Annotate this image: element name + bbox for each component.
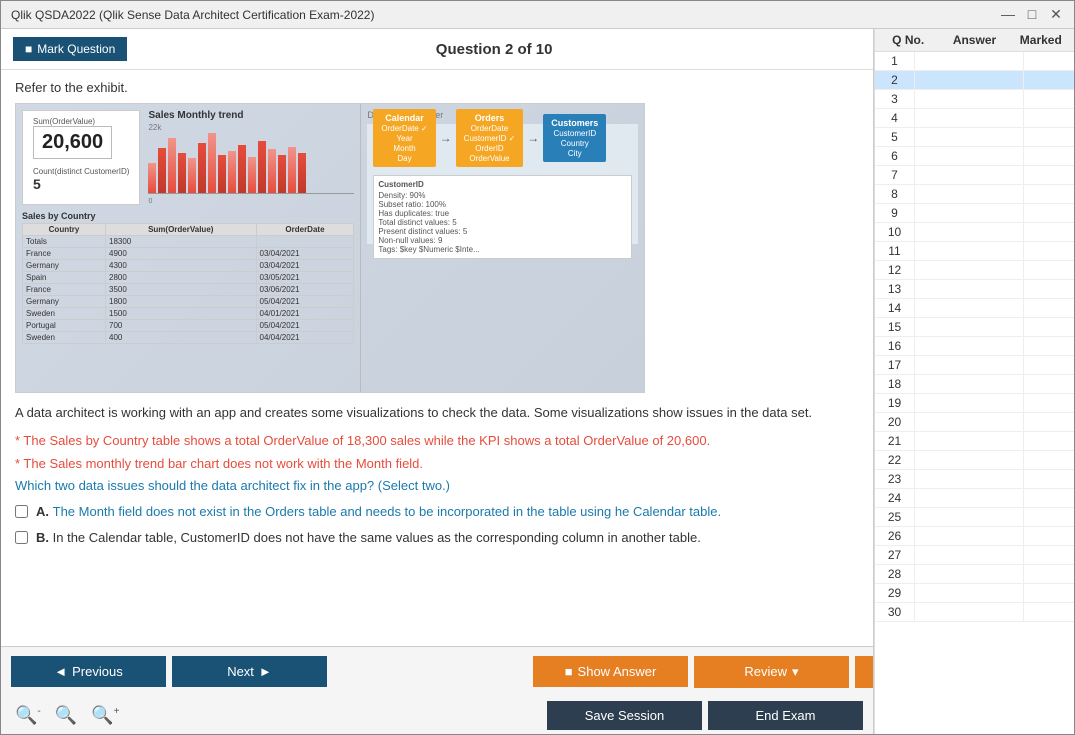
question-list-item-3[interactable]: 3	[875, 90, 1074, 109]
question-list-item-14[interactable]: 14	[875, 299, 1074, 318]
question-list-item-5[interactable]: 5	[875, 128, 1074, 147]
previous-button[interactable]: ◄ Previous	[11, 656, 166, 687]
chart-bars	[148, 134, 354, 194]
right-panel-header: Q No. Answer Marked	[875, 29, 1074, 52]
dm-arrow-1: →	[440, 131, 452, 145]
col-qno-header: Q No.	[875, 33, 941, 47]
question-list-item-13[interactable]: 13	[875, 280, 1074, 299]
dm-table-customers: CustomersCustomerIDCountryCity	[543, 114, 606, 162]
answer-option-b: B. In the Calendar table, CustomerID doe…	[15, 529, 859, 547]
option-b-text: B. In the Calendar table, CustomerID doe…	[36, 529, 701, 547]
show-list-button[interactable]: ✔ Show List	[855, 656, 874, 688]
dm-table-orders: OrdersOrderDateCustomerID ✓OrderIDOrderV…	[456, 109, 524, 167]
question-list-item-22[interactable]: 22	[875, 451, 1074, 470]
question-list-item-19[interactable]: 19	[875, 394, 1074, 413]
question-note2: * The Sales monthly trend bar chart does…	[15, 454, 859, 474]
refer-exhibit: Refer to the exhibit.	[15, 80, 859, 95]
question-list-item-26[interactable]: 26	[875, 527, 1074, 546]
question-list-item-15[interactable]: 15	[875, 318, 1074, 337]
bottom-bar: ◄ Previous Next ► ■ Show Answer Review ▾	[1, 646, 873, 696]
question-list-item-29[interactable]: 29	[875, 584, 1074, 603]
question-list-item-11[interactable]: 11	[875, 242, 1074, 261]
exhibit-right: Data Model Viewer CalendarOrderDate ✓Yea…	[361, 104, 644, 392]
title-bar-controls: — □ ✕	[1000, 6, 1064, 23]
checkbox-a[interactable]	[15, 505, 28, 518]
window-title: Qlik QSDA2022 (Qlik Sense Data Architect…	[11, 8, 374, 22]
question-list-item-8[interactable]: 8	[875, 185, 1074, 204]
dm-table-calendar: CalendarOrderDate ✓YearMonthDay	[373, 109, 435, 167]
chart-title: Sales Monthly trend	[148, 110, 354, 121]
prev-arrow-icon: ◄	[54, 664, 67, 679]
question-list-item-27[interactable]: 27	[875, 546, 1074, 565]
question-list-item-6[interactable]: 6	[875, 147, 1074, 166]
kpi-label: Sum(OrderValue)	[33, 117, 129, 126]
answer-option-a: A. The Month field does not exist in the…	[15, 503, 859, 521]
next-button[interactable]: Next ►	[172, 656, 327, 687]
zoom-out-button[interactable]: 🔍-	[11, 703, 45, 728]
question-list-item-20[interactable]: 20	[875, 413, 1074, 432]
exhibit-image: Sum(OrderValue) 20,600 Count(distinct Cu…	[15, 103, 645, 393]
kpi-value: 20,600	[33, 126, 112, 159]
next-arrow-icon: ►	[259, 664, 272, 679]
question-list: 1 2 3 4 5 6 7 8 9 10 11	[875, 52, 1074, 734]
end-exam-button[interactable]: End Exam	[708, 701, 863, 730]
exhibit-inner: Sum(OrderValue) 20,600 Count(distinct Cu…	[16, 104, 644, 392]
question-list-item-2[interactable]: 2	[875, 71, 1074, 90]
mark-question-button[interactable]: ■ Mark Question	[13, 37, 127, 61]
window-frame: Qlik QSDA2022 (Qlik Sense Data Architect…	[0, 0, 1075, 735]
option-a-text: A. The Month field does not exist in the…	[36, 503, 721, 521]
question-list-item-21[interactable]: 21	[875, 432, 1074, 451]
second-bottom-bar: 🔍- 🔍 🔍+ Save Session End Exam	[1, 696, 873, 734]
question-list-item-16[interactable]: 16	[875, 337, 1074, 356]
question-list-item-7[interactable]: 7	[875, 166, 1074, 185]
show-answer-button[interactable]: ■ Show Answer	[533, 656, 688, 687]
close-icon[interactable]: ✕	[1048, 6, 1064, 23]
question-list-item-12[interactable]: 12	[875, 261, 1074, 280]
mark-icon: ■	[25, 42, 32, 56]
sales-table: CountrySum(OrderValue)OrderDate Totals18…	[22, 223, 354, 344]
review-button[interactable]: Review ▾	[694, 656, 849, 688]
show-answer-checkbox-icon: ■	[565, 664, 573, 679]
question-list-item-24[interactable]: 24	[875, 489, 1074, 508]
dm-arrow-2: →	[527, 131, 539, 145]
question-list-item-10[interactable]: 10	[875, 223, 1074, 242]
exhibit-left: Sum(OrderValue) 20,600 Count(distinct Cu…	[16, 104, 361, 392]
question-list-item-18[interactable]: 18	[875, 375, 1074, 394]
minimize-icon[interactable]: —	[1000, 6, 1016, 23]
question-body-text: A data architect is working with an app …	[15, 403, 859, 423]
question-list-item-1[interactable]: 1	[875, 52, 1074, 71]
left-panel: ■ Mark Question Question 2 of 10 Refer t…	[1, 29, 874, 734]
question-list-item-30[interactable]: 30	[875, 603, 1074, 622]
question-header: ■ Mark Question Question 2 of 10	[1, 29, 873, 70]
zoom-in-button[interactable]: 🔍+	[87, 703, 123, 728]
maximize-icon[interactable]: □	[1024, 6, 1040, 23]
data-model-area: CalendarOrderDate ✓YearMonthDay → Orders…	[367, 124, 638, 244]
main-content: ■ Mark Question Question 2 of 10 Refer t…	[1, 29, 1074, 734]
right-panel: Q No. Answer Marked 1 2 3 4 5 6 7 8	[874, 29, 1074, 734]
checkbox-b[interactable]	[15, 531, 28, 544]
question-prompt: Which two data issues should the data ar…	[15, 478, 859, 493]
question-title: Question 2 of 10	[127, 41, 861, 58]
col-marked-header: Marked	[1008, 33, 1074, 47]
review-arrow-icon: ▾	[792, 664, 799, 680]
zoom-reset-button[interactable]: 🔍	[51, 703, 81, 728]
question-body: Refer to the exhibit. Sum(OrderValue) 20…	[1, 70, 873, 646]
title-bar: Qlik QSDA2022 (Qlik Sense Data Architect…	[1, 1, 1074, 29]
save-session-button[interactable]: Save Session	[547, 701, 702, 730]
question-list-item-23[interactable]: 23	[875, 470, 1074, 489]
question-list-item-17[interactable]: 17	[875, 356, 1074, 375]
bottom-rows: ◄ Previous Next ► ■ Show Answer Review ▾	[1, 646, 873, 734]
col-answer-header: Answer	[941, 33, 1007, 47]
question-list-item-28[interactable]: 28	[875, 565, 1074, 584]
question-list-item-25[interactable]: 25	[875, 508, 1074, 527]
question-list-item-9[interactable]: 9	[875, 204, 1074, 223]
question-list-item-4[interactable]: 4	[875, 109, 1074, 128]
question-note1: * The Sales by Country table shows a tot…	[15, 431, 859, 451]
